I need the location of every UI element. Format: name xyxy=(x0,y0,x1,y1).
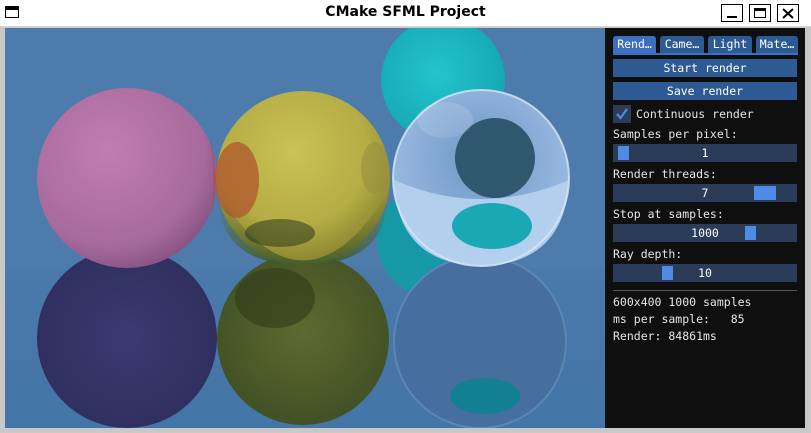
glass-sphere-inner-cyan xyxy=(452,203,532,249)
render-image xyxy=(5,28,605,428)
tab-underline xyxy=(613,53,798,55)
continuous-render-label: Continuous render xyxy=(636,107,754,121)
samples-per-pixel-slider[interactable]: 1 xyxy=(613,144,797,162)
stats-resolution: 600x400 1000 samples xyxy=(613,295,752,309)
tab-render[interactable]: Rend… xyxy=(613,36,656,53)
ray-depth-slider[interactable]: 10 xyxy=(613,264,797,282)
minimize-button[interactable] xyxy=(721,4,743,22)
pink-sphere-reflection xyxy=(37,248,217,428)
slider-value: 10 xyxy=(698,266,712,280)
tab-material[interactable]: Mate… xyxy=(756,36,798,53)
title-bar[interactable]: CMake SFML Project xyxy=(0,0,811,27)
slider-value: 1 xyxy=(701,146,709,160)
slider-value: 7 xyxy=(701,186,709,200)
window-title: CMake SFML Project xyxy=(325,4,486,20)
tab-camera[interactable]: Came… xyxy=(660,36,704,53)
start-render-button[interactable]: Start render xyxy=(613,59,797,77)
app-window: CMake SFML Project Rend… Came… Light Mat… xyxy=(0,0,811,433)
save-render-button[interactable]: Save render xyxy=(613,82,797,100)
render-viewport[interactable] xyxy=(5,28,605,428)
ray-depth-label: Ray depth: xyxy=(613,247,683,261)
frame-edge xyxy=(805,28,811,428)
stop-at-samples-label: Stop at samples: xyxy=(613,207,724,221)
close-button[interactable] xyxy=(777,4,799,22)
continuous-render-checkbox[interactable] xyxy=(613,105,631,123)
tab-light[interactable]: Light xyxy=(708,36,752,53)
stats-ms-per-sample: ms per sample: 85 xyxy=(613,312,745,326)
samples-per-pixel-label: Samples per pixel: xyxy=(613,127,738,141)
render-threads-slider[interactable]: 7 xyxy=(613,184,797,202)
slider-value: 1000 xyxy=(691,226,719,240)
separator xyxy=(613,290,797,291)
pink-sphere xyxy=(37,88,217,268)
stop-at-samples-slider[interactable]: 1000 xyxy=(613,224,797,242)
render-threads-label: Render threads: xyxy=(613,167,717,181)
settings-panel: Rend… Came… Light Mate… Start render Sav… xyxy=(605,28,805,428)
checkmark-icon xyxy=(616,108,628,120)
maximize-button[interactable] xyxy=(749,4,771,22)
close-icon xyxy=(782,8,794,19)
stats-render-time: Render: 84861ms xyxy=(613,329,717,343)
